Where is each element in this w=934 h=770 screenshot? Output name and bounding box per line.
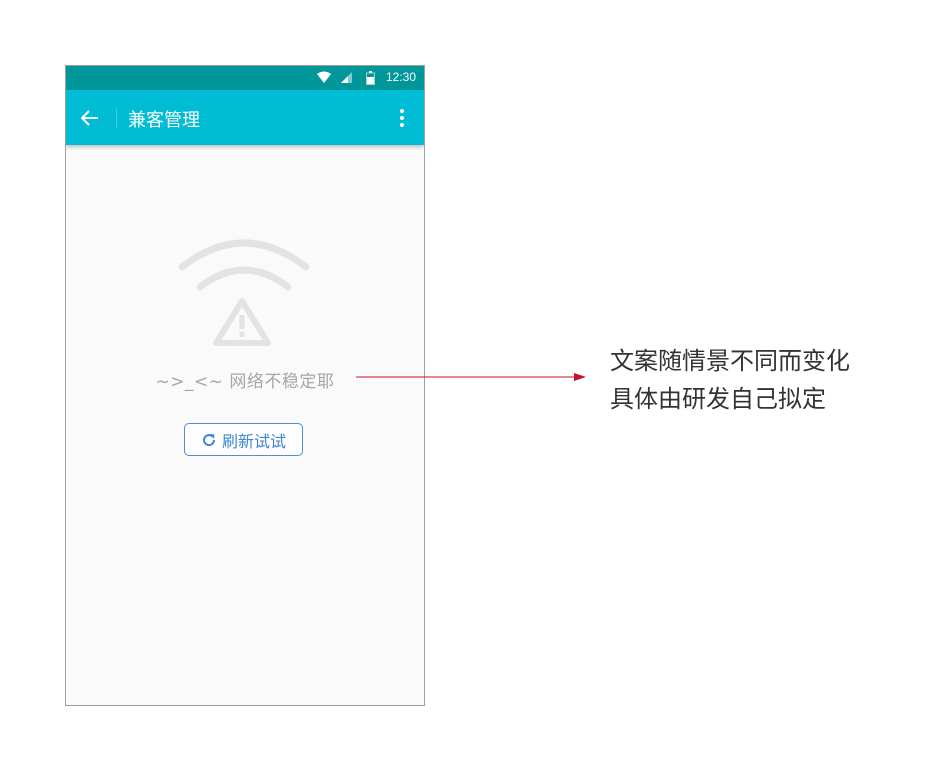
app-bar-divider [116,108,117,128]
signal-icon [341,72,352,83]
annotation-note: 文案随情景不同而变化 具体由研发自己拟定 [610,342,850,418]
arrow-left-icon [81,110,98,126]
phone-screen: 12:30 兼客管理 ~>_<~ 网络不稳定耶 刷新试试 [65,65,425,706]
page-title: 兼客管理 [128,110,200,131]
refresh-button[interactable]: 刷新试试 [184,423,303,456]
back-button[interactable] [76,104,104,132]
annotation-line-1: 文案随情景不同而变化 [610,347,850,375]
annotation-arrow [356,373,586,381]
wifi-warning-icon [178,239,310,346]
more-vert-icon [400,109,404,127]
app-bar: 兼客管理 [66,90,424,145]
wifi-icon [317,71,331,83]
annotation-line-2: 具体由研发自己拟定 [610,385,826,413]
status-bar: 12:30 [66,66,424,90]
status-time: 12:30 [385,70,416,84]
refresh-button-label: 刷新试试 [221,431,286,451]
refresh-icon [203,433,215,446]
overflow-menu-button[interactable] [390,104,414,132]
battery-icon [366,71,375,85]
